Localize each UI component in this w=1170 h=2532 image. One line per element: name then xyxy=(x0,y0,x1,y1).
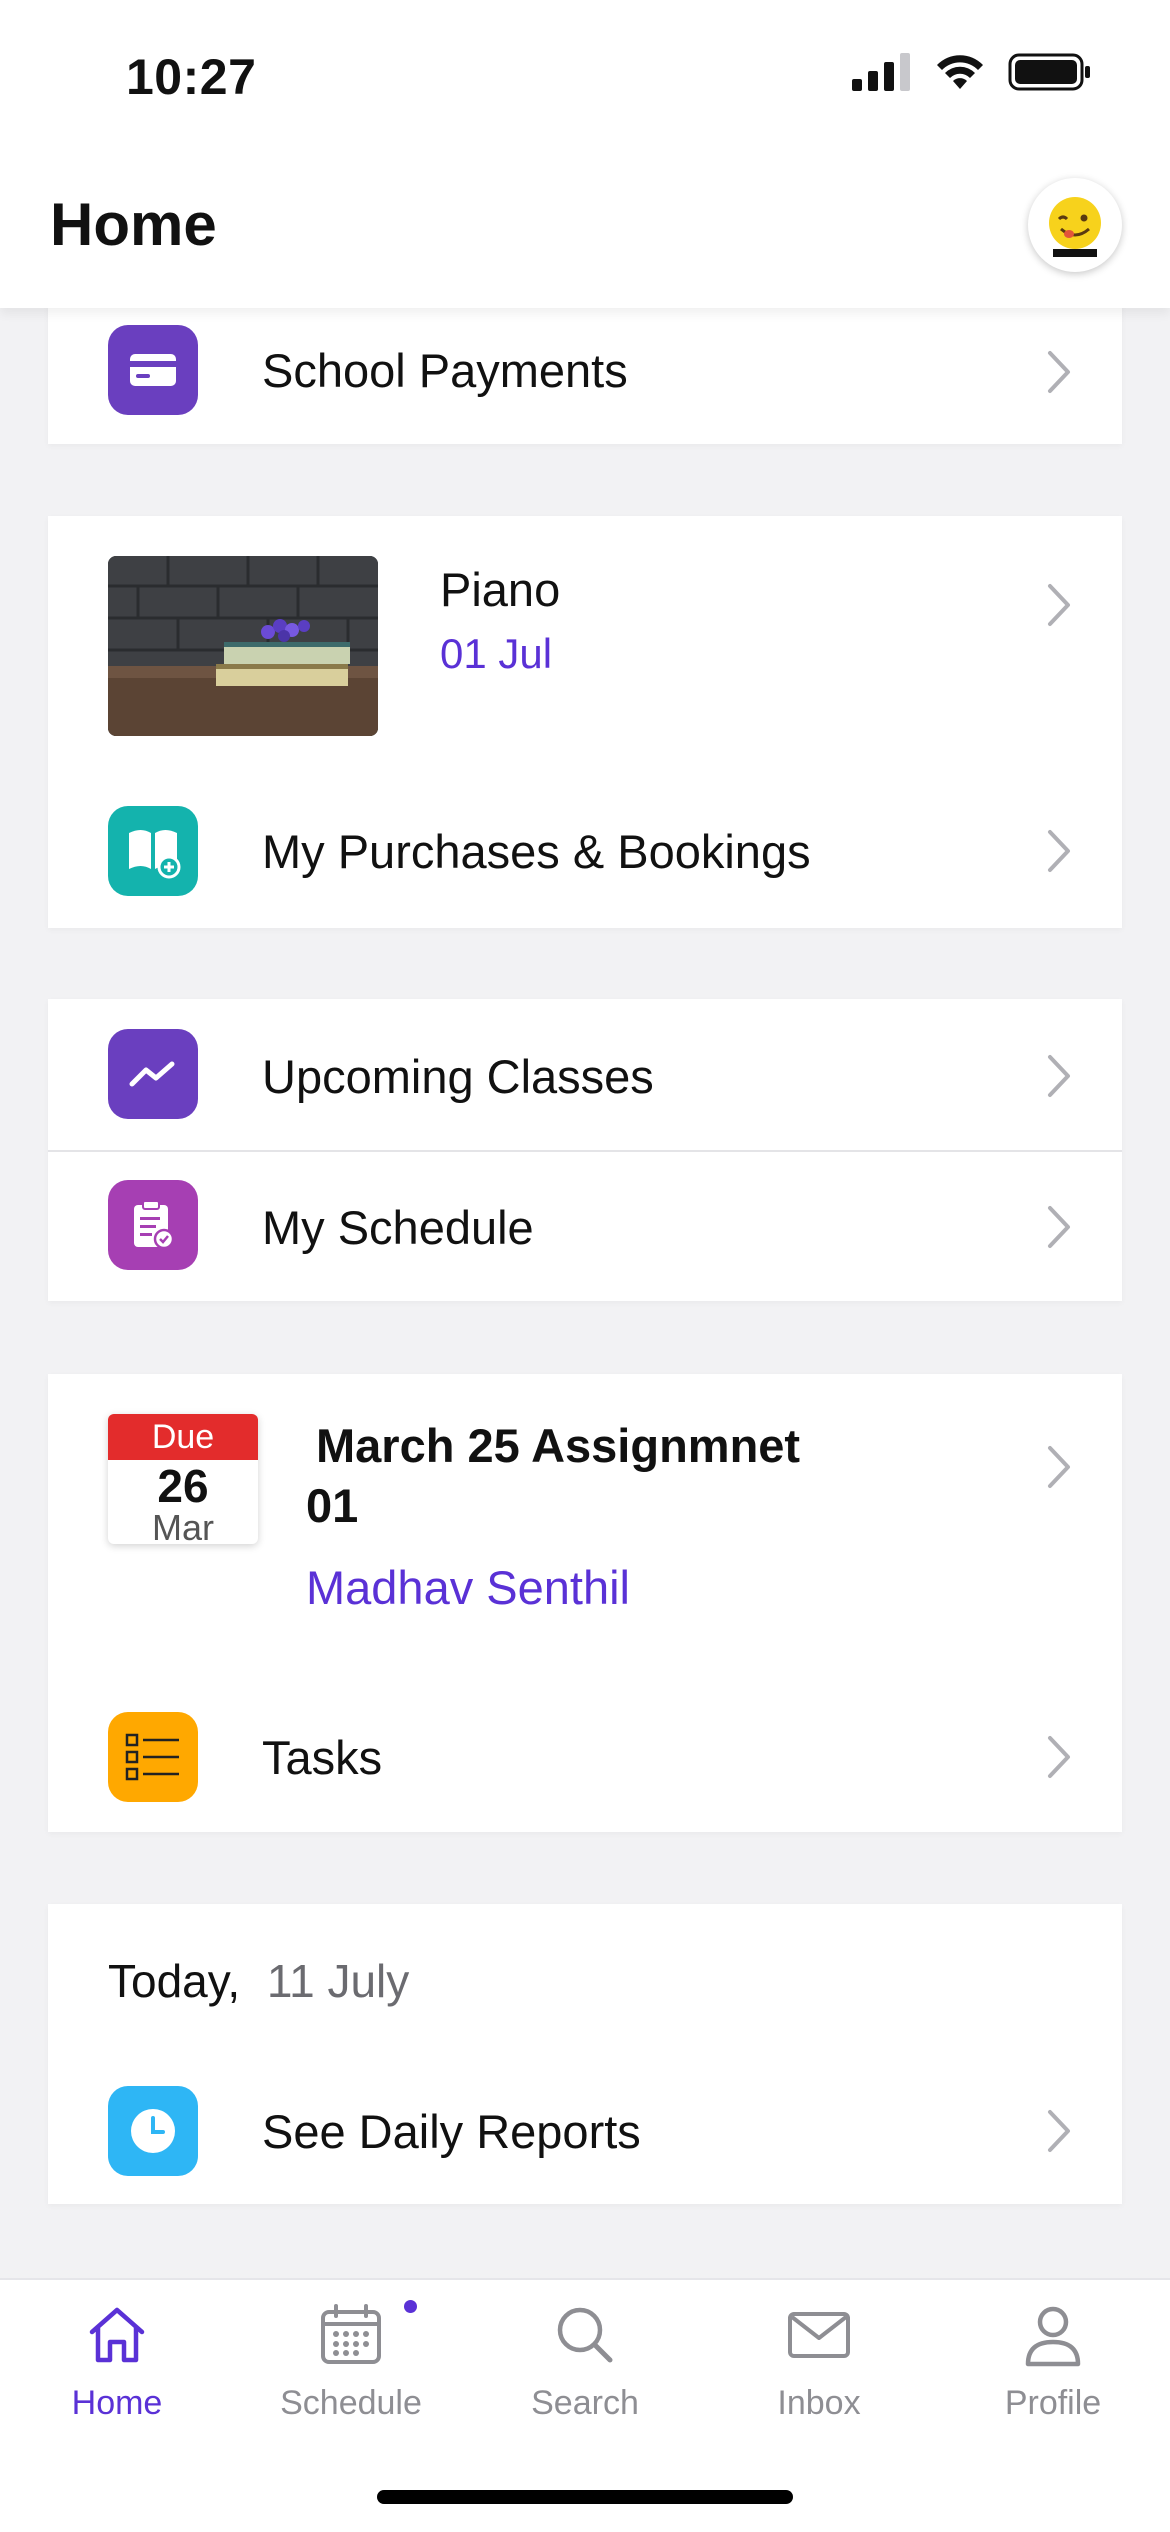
purchases-icon-box xyxy=(108,806,198,896)
tab-profile-label: Profile xyxy=(1004,2384,1102,2422)
reports-card: Today, 11 July See Daily Reports xyxy=(48,1904,1122,2204)
assignment-title-line1: March 25 Assignmnet xyxy=(316,1419,801,1472)
upcoming-classes-label: Upcoming Classes xyxy=(262,1050,654,1103)
trend-line-icon xyxy=(129,1061,175,1087)
avatar-button[interactable] xyxy=(1028,178,1122,272)
classes-card: Upcoming Classes My Schedule xyxy=(48,999,1122,1301)
tab-schedule[interactable]: Schedule xyxy=(234,2298,468,2438)
my-purchases-bookings-row[interactable]: My Purchases & Bookings xyxy=(48,766,1122,928)
tasks-card: Due 26 Mar March 25 Assignmnet 01 Madhav… xyxy=(48,1374,1122,1832)
credit-card-icon xyxy=(130,354,176,386)
payments-icon-box xyxy=(108,325,198,415)
calendar-icon xyxy=(321,2304,381,2364)
due-month: Mar xyxy=(152,1507,214,1545)
purchase-item-date: 01 Jul xyxy=(440,630,553,677)
my-schedule-icon-box xyxy=(108,1180,198,1270)
today-heading: Today, 11 July xyxy=(108,1954,409,2008)
assignment-row[interactable]: Due 26 Mar March 25 Assignmnet 01 Madhav… xyxy=(48,1374,1122,1664)
reports-icon-box xyxy=(108,2086,198,2176)
purchase-item-title: Piano xyxy=(440,563,561,616)
tasks-row[interactable]: Tasks xyxy=(48,1674,1122,1832)
chevron-right-icon xyxy=(1048,1446,1070,1488)
top-bar: 10:27 Home xyxy=(0,0,1170,308)
tasks-icon-box xyxy=(108,1712,198,1802)
battery-icon xyxy=(1008,53,1090,91)
see-daily-reports-row[interactable]: See Daily Reports xyxy=(48,2054,1122,2204)
assignee-name: Madhav Senthil xyxy=(306,1561,630,1614)
search-icon xyxy=(557,2307,613,2363)
my-purchases-bookings-label: My Purchases & Bookings xyxy=(262,825,811,878)
clipboard-check-icon xyxy=(134,1200,175,1250)
checklist-icon xyxy=(125,1733,179,1781)
avatar-emoji-icon xyxy=(1049,197,1101,257)
payments-card: School Payments xyxy=(48,300,1122,444)
chevron-right-icon xyxy=(1048,830,1070,872)
due-badge-label: Due xyxy=(108,1414,258,1460)
assignment-title-line2: 01 xyxy=(306,1479,359,1532)
mail-icon xyxy=(788,2312,850,2358)
chevron-right-icon xyxy=(1048,584,1070,626)
today-date: 11 July xyxy=(266,1955,410,2007)
today-label: Today, xyxy=(108,1955,241,2007)
person-icon xyxy=(1025,2306,1081,2367)
tab-home[interactable]: Home xyxy=(0,2298,234,2438)
tasks-label: Tasks xyxy=(262,1731,383,1784)
tab-search-label: Search xyxy=(531,2384,639,2422)
page-title: Home xyxy=(50,191,217,258)
my-schedule-label: My Schedule xyxy=(262,1201,534,1254)
chevron-right-icon xyxy=(1048,1206,1070,1248)
cellular-signal-icon xyxy=(852,53,910,91)
purchase-item-row[interactable]: Piano 01 Jul xyxy=(48,516,1122,748)
due-date-badge: Due 26 Mar xyxy=(108,1414,258,1544)
status-icons xyxy=(852,52,1092,92)
tab-inbox[interactable]: Inbox xyxy=(702,2298,936,2438)
chevron-right-icon xyxy=(1048,2110,1070,2152)
book-plus-icon xyxy=(129,830,181,879)
school-payments-label: School Payments xyxy=(262,344,628,397)
purchase-thumbnail xyxy=(108,556,378,736)
upcoming-classes-icon-box xyxy=(108,1029,198,1119)
home-screen: 10:27 Home School Payments Piano 01 Jul … xyxy=(0,0,1170,2532)
tab-inbox-label: Inbox xyxy=(777,2384,861,2422)
books-photo-image xyxy=(108,556,378,736)
home-indicator[interactable] xyxy=(377,2490,793,2504)
see-daily-reports-label: See Daily Reports xyxy=(262,2105,641,2158)
tab-search[interactable]: Search xyxy=(468,2298,702,2438)
wifi-icon xyxy=(937,55,983,89)
tab-profile[interactable]: Profile xyxy=(936,2298,1170,2438)
upcoming-classes-row[interactable]: Upcoming Classes xyxy=(48,999,1122,1150)
schedule-notification-dot xyxy=(404,2300,417,2313)
purchases-card: Piano 01 Jul My Purchases & Bookings xyxy=(48,516,1122,928)
clock-icon xyxy=(131,2109,175,2153)
chevron-right-icon xyxy=(1048,1055,1070,1097)
my-schedule-row[interactable]: My Schedule xyxy=(48,1152,1122,1301)
tab-home-label: Home xyxy=(71,2384,163,2422)
status-time: 10:27 xyxy=(126,49,257,105)
tab-schedule-label: Schedule xyxy=(280,2384,422,2422)
due-day: 26 xyxy=(157,1460,209,1512)
chevron-right-icon xyxy=(1048,351,1070,393)
home-icon xyxy=(89,2307,145,2363)
chevron-right-icon xyxy=(1048,1736,1070,1778)
school-payments-row[interactable]: School Payments xyxy=(48,300,1122,444)
